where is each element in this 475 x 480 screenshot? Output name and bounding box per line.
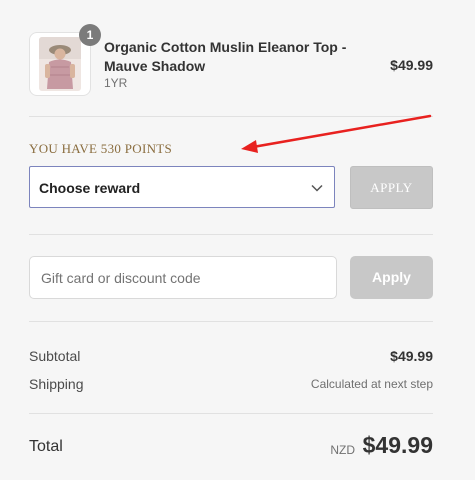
- reward-select[interactable]: Choose reward: [29, 166, 335, 208]
- subtotal-label: Subtotal: [29, 348, 81, 364]
- apply-reward-button[interactable]: APPLY: [350, 166, 433, 209]
- discount-code-input[interactable]: [29, 256, 337, 299]
- line-item: 1 Organic Cotton Muslin Eleanor Top - Ma…: [29, 24, 433, 96]
- shipping-label: Shipping: [29, 376, 84, 392]
- divider: [29, 413, 433, 414]
- quantity-badge: 1: [79, 24, 101, 46]
- product-price: $49.99: [390, 57, 433, 73]
- product-image: [39, 37, 81, 91]
- divider: [29, 321, 433, 322]
- reward-select-value: Choose reward: [39, 180, 141, 196]
- apply-discount-button[interactable]: Apply: [350, 256, 433, 299]
- chevron-down-icon: [311, 184, 323, 192]
- currency-code: NZD: [330, 443, 355, 457]
- product-title: Organic Cotton Muslin Eleanor Top - Mauv…: [104, 39, 347, 74]
- product-variant: 1YR: [104, 76, 128, 90]
- total-label: Total: [29, 438, 63, 455]
- product-thumbnail: 1: [29, 24, 101, 96]
- subtotal-value: $49.99: [390, 348, 433, 364]
- annotation-arrow-icon: [241, 114, 432, 153]
- total-value: $49.99: [362, 432, 433, 458]
- divider: [29, 234, 433, 235]
- shipping-value: Calculated at next step: [310, 377, 433, 391]
- points-balance-label: YOU HAVE 530 POINTS: [29, 141, 173, 156]
